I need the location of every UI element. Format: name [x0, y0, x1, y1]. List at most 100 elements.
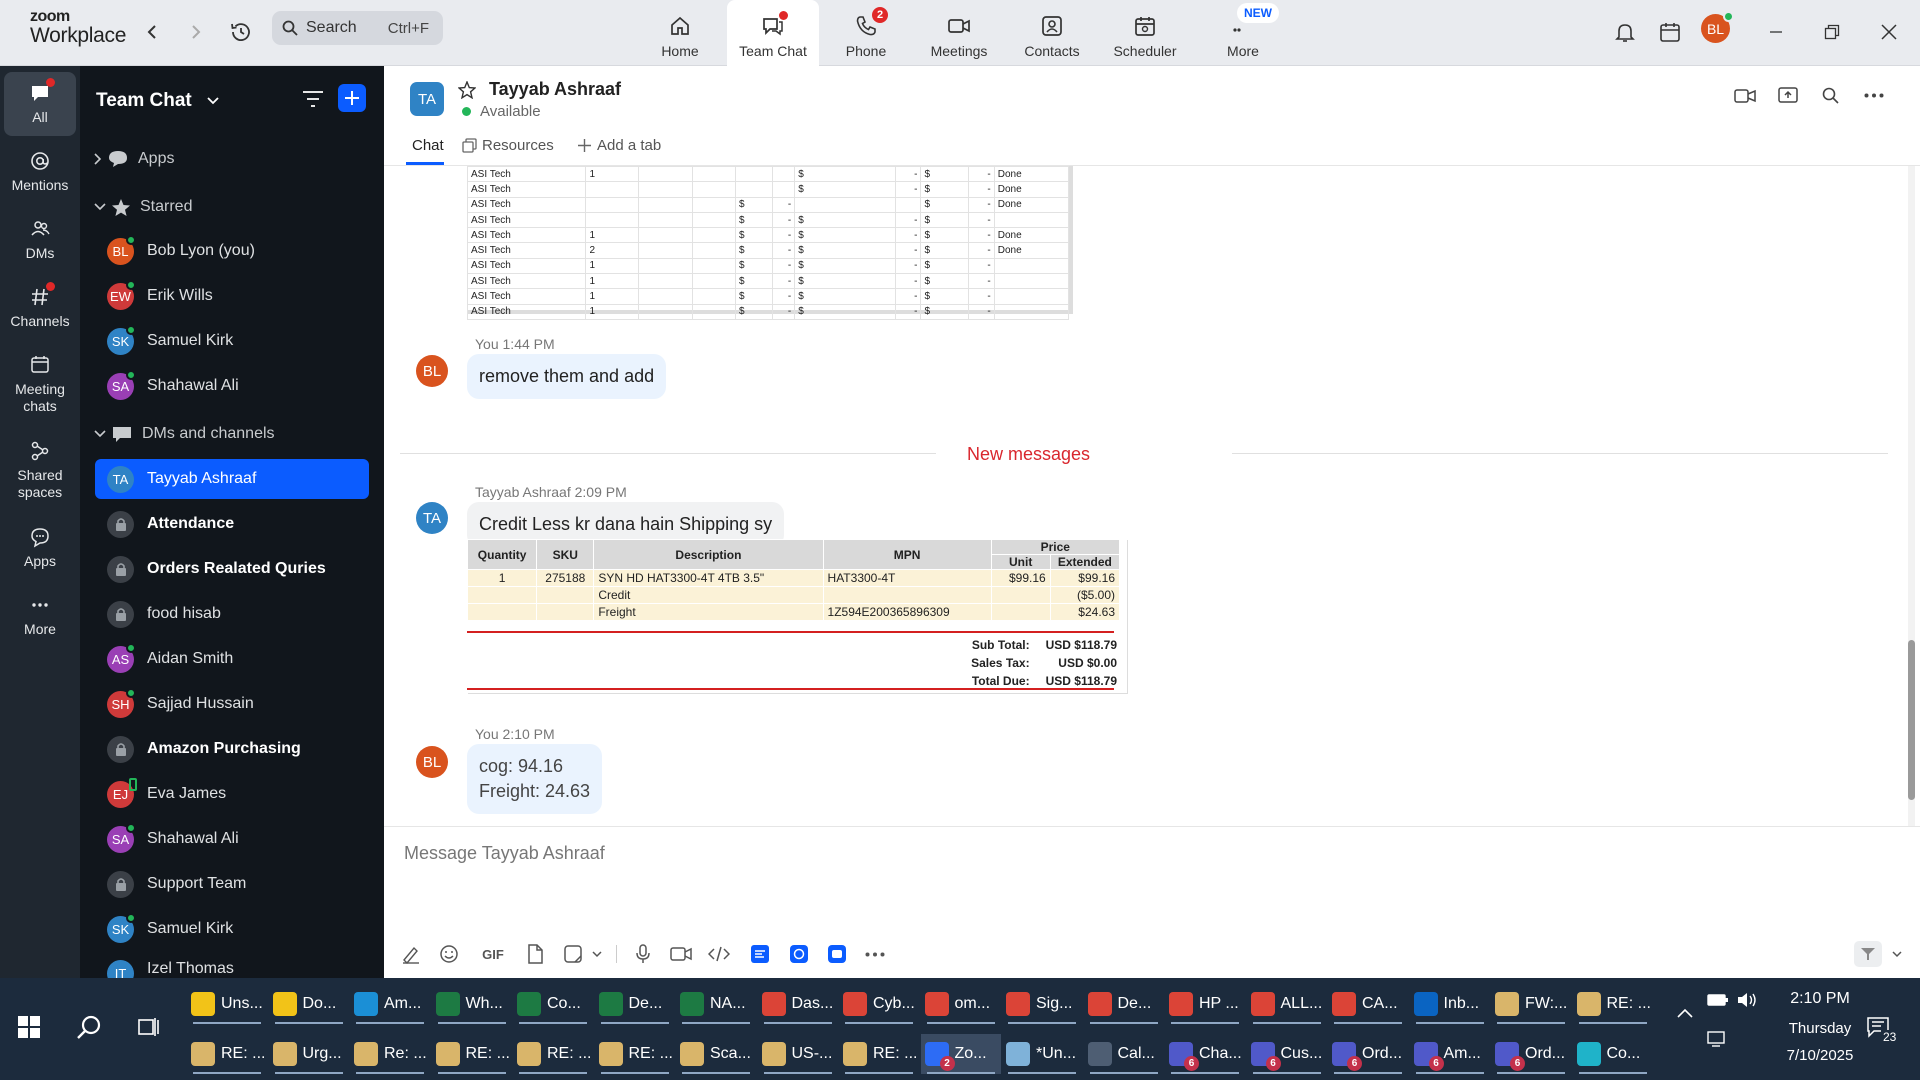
calendar-icon[interactable]	[1656, 18, 1684, 46]
taskbar-app[interactable]: 6 Am...	[1410, 1034, 1490, 1074]
taskbar-app[interactable]: US-...	[758, 1034, 838, 1074]
rail-dms[interactable]: DMs	[4, 216, 76, 262]
message-bubble[interactable]: cog: 94.16 Freight: 24.63	[467, 744, 603, 814]
battery-icon[interactable]	[1707, 993, 1729, 1007]
taskbar-app[interactable]: 6 Ord...	[1328, 1034, 1408, 1074]
new-chat-button[interactable]	[338, 84, 366, 112]
invoice-image[interactable]: Quantity SKU Description MPN Price Unit …	[466, 539, 1127, 693]
taskbar-app[interactable]: Wh...	[432, 984, 512, 1024]
taskbar-app[interactable]: 6 Cha...	[1165, 1034, 1245, 1074]
sidebar-item-tayyab-ashraaf[interactable]: TA Tayyab Ashraaf	[95, 459, 369, 499]
spreadsheet-image[interactable]: ASI Tech 1 $ - $ - Done ASI Tech $ - $ - Done ASI Tec…	[466, 166, 1073, 320]
taskbar-app[interactable]: *Un...	[1002, 1034, 1082, 1074]
minimize-icon[interactable]	[1762, 18, 1790, 46]
section-apps[interactable]: Apps	[94, 150, 174, 168]
taskbar-app[interactable]: Uns...	[187, 984, 267, 1024]
file-icon[interactable]	[522, 941, 548, 967]
tab-phone[interactable]: 2 Phone	[820, 0, 912, 66]
screenshot-icon[interactable]	[560, 941, 586, 967]
taskbar-app[interactable]: NA...	[676, 984, 756, 1024]
taskbar-app[interactable]: 6 Ord...	[1491, 1034, 1571, 1074]
message-input[interactable]: Message Tayyab Ashraaf	[404, 843, 605, 864]
tab-meetings[interactable]: Meetings	[913, 0, 1005, 66]
taskbar-app[interactable]: RE: ...	[1573, 984, 1653, 1024]
share-screen-icon[interactable]	[1778, 86, 1798, 104]
filter-icon[interactable]	[302, 90, 324, 108]
close-icon[interactable]	[1875, 18, 1903, 46]
taskbar-app[interactable]: RE: ...	[839, 1034, 919, 1074]
notification-center-icon[interactable]: 23	[1866, 1016, 1899, 1044]
emoji-icon[interactable]	[436, 941, 462, 967]
tab-scheduler[interactable]: Scheduler	[1099, 0, 1191, 66]
taskbar-app[interactable]: Sig...	[1002, 984, 1082, 1024]
send-button[interactable]	[1854, 941, 1882, 967]
video-call-icon[interactable]	[1734, 88, 1756, 104]
history-icon[interactable]	[227, 18, 255, 46]
restore-icon[interactable]	[1818, 18, 1846, 46]
message-composer[interactable]: Message Tayyab Ashraaf GIF	[384, 826, 1920, 978]
tab-home[interactable]: Home	[634, 0, 726, 66]
speaker-icon[interactable]	[1736, 992, 1760, 1008]
sidebar-item-sajjad-hussain[interactable]: SH Sajjad Hussain	[95, 684, 369, 724]
sidebar-item-amazon-purchasing[interactable]: Amazon Purchasing	[95, 729, 369, 769]
chevron-down-icon[interactable]	[1884, 941, 1910, 967]
taskbar-app[interactable]: De...	[1084, 984, 1164, 1024]
rail-shared-spaces[interactable]: Shared spaces	[4, 438, 76, 501]
taskbar-app[interactable]: HP ...	[1165, 984, 1245, 1024]
taskbar-app[interactable]: Do...	[269, 984, 349, 1024]
taskbar-app[interactable]: RE: ...	[595, 1034, 675, 1074]
more-options-icon[interactable]	[1864, 93, 1884, 98]
taskbar-app[interactable]: Urg...	[269, 1034, 349, 1074]
app-blue-1-icon[interactable]	[747, 941, 773, 967]
taskbar-app[interactable]: Cyb...	[839, 984, 919, 1024]
avatar[interactable]: TA	[416, 502, 448, 534]
sidebar-item-aidan-smith[interactable]: AS Aidan Smith	[95, 639, 369, 679]
sidebar-item-samuel-kirk[interactable]: SK Samuel Kirk	[95, 321, 369, 361]
taskbar-app[interactable]: RE: ...	[432, 1034, 512, 1074]
taskbar-app[interactable]: Inb...	[1410, 984, 1490, 1024]
taskbar-app[interactable]: Am...	[350, 984, 430, 1024]
sidebar-item-food-hisab[interactable]: food hisab	[95, 594, 369, 634]
scrollbar-thumb[interactable]	[1908, 640, 1915, 800]
taskbar-app[interactable]: Das...	[758, 984, 838, 1024]
tab-chat[interactable]: Chat	[412, 137, 444, 154]
contact-name[interactable]: Tayyab Ashraaf	[489, 79, 621, 100]
sidebar-item-eva-james[interactable]: EJ Eva James	[95, 774, 369, 814]
taskbar-app[interactable]: CA...	[1328, 984, 1408, 1024]
more-tools-icon[interactable]	[862, 941, 888, 967]
rail-meeting-chats[interactable]: Meeting chats	[4, 352, 76, 415]
message-bubble[interactable]: remove them and add	[467, 354, 667, 399]
section-starred[interactable]: Starred	[94, 198, 192, 216]
forward-arrow-icon[interactable]	[182, 18, 210, 46]
rail-apps[interactable]: Apps	[4, 524, 76, 570]
clock-time[interactable]: 2:10 PM	[1780, 990, 1860, 1008]
sidebar-item-erik-wills[interactable]: EW Erik Wills	[95, 276, 369, 316]
sidebar-item-izel-thomas[interactable]: IT Izel Thomas	[95, 954, 369, 978]
app-blue-3-icon[interactable]	[824, 941, 850, 967]
add-tab-button[interactable]: Add a tab	[578, 137, 661, 154]
taskbar-app[interactable]: Cal...	[1084, 1034, 1164, 1074]
avatar[interactable]: BL	[416, 746, 448, 778]
search-box[interactable]: Search Ctrl+F	[272, 11, 443, 45]
chevron-down-icon[interactable]	[584, 941, 610, 967]
sidebar-title[interactable]: Team Chat	[96, 90, 219, 112]
section-dms-and-channels[interactable]: DMs and channels	[94, 425, 275, 443]
taskbar-app[interactable]: ALL...	[1247, 984, 1327, 1024]
sidebar-item-attendance[interactable]: Attendance	[95, 504, 369, 544]
taskbar-app[interactable]: 2 Zo...	[920, 1034, 1001, 1074]
user-avatar[interactable]: BL	[1701, 11, 1734, 43]
sidebar-item-orders-realated-quries[interactable]: Orders Realated Quries	[95, 549, 369, 589]
taskbar-app[interactable]: Re: ...	[350, 1034, 430, 1074]
taskbar-app[interactable]: Sca...	[676, 1034, 756, 1074]
sidebar-item-shahawal-ali[interactable]: SA Shahawal Ali	[95, 366, 369, 406]
format-text-icon[interactable]	[398, 941, 424, 967]
sidebar-item-shahawal-ali-2[interactable]: SA Shahawal Ali	[95, 819, 369, 859]
taskbar-app[interactable]: RE: ...	[187, 1034, 267, 1074]
taskbar-app[interactable]: Co...	[1573, 1034, 1653, 1074]
taskbar-app[interactable]: 6 Cus...	[1247, 1034, 1327, 1074]
bell-icon[interactable]	[1611, 18, 1639, 46]
search-icon[interactable]	[76, 1014, 102, 1040]
tab-resources[interactable]: Resources	[462, 137, 554, 154]
chevron-up-icon[interactable]	[1677, 1008, 1693, 1018]
sidebar-item-bob-lyon[interactable]: BL Bob Lyon (you)	[95, 231, 369, 271]
